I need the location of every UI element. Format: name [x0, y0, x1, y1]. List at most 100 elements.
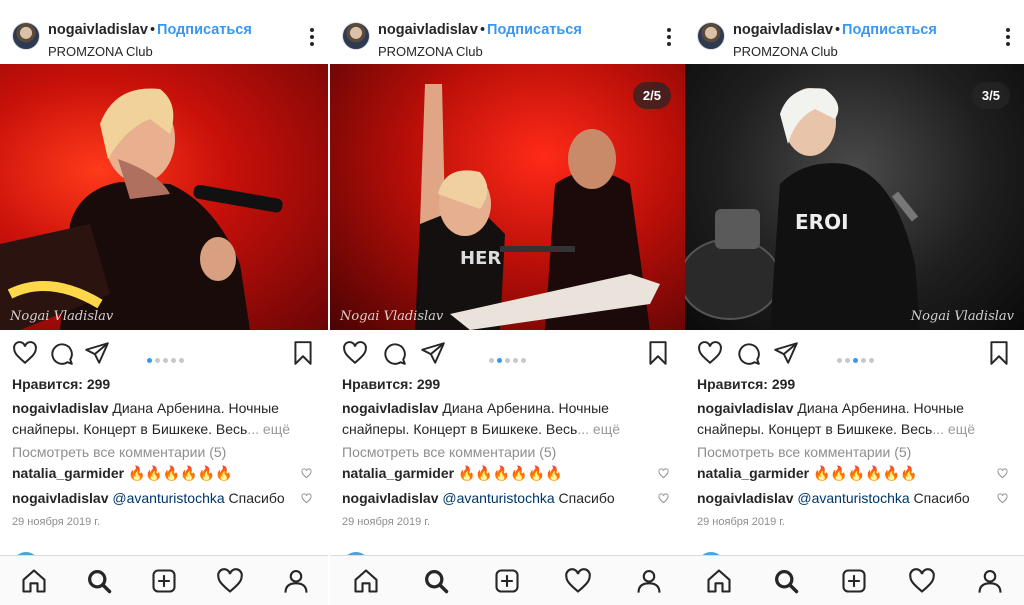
- location[interactable]: PROMZONA Club: [733, 44, 838, 59]
- add-post-icon[interactable]: [493, 567, 521, 595]
- comment-text: Спасибо: [913, 490, 970, 506]
- more-options-icon[interactable]: [1006, 28, 1010, 46]
- svg-text:HER: HER: [460, 248, 501, 269]
- save-bookmark-icon[interactable]: [986, 340, 1012, 366]
- comment-row: nogaivladislav @avanturistochka Спасибо: [342, 490, 673, 506]
- separator: •: [479, 22, 486, 38]
- home-icon[interactable]: [20, 567, 48, 595]
- caption-more-link[interactable]: ... ещё: [577, 421, 620, 437]
- post-actions: [330, 338, 685, 368]
- comment-like-icon[interactable]: [997, 468, 1008, 479]
- comment-text: 🔥🔥🔥🔥🔥🔥: [457, 465, 563, 481]
- avatar[interactable]: [342, 22, 370, 50]
- post-header-line: nogaivladislav • Подписаться: [378, 22, 582, 38]
- view-all-comments-link[interactable]: Посмотреть все комментарии (5): [12, 444, 226, 460]
- bottom-tab-bar: [330, 555, 685, 605]
- activity-heart-icon[interactable]: [216, 567, 244, 595]
- post-header: nogaivladislav • Подписаться PROMZONA Club: [0, 0, 328, 64]
- location[interactable]: PROMZONA Club: [378, 44, 483, 59]
- comment-mention[interactable]: @avanturistochka: [797, 490, 909, 506]
- caption-more-link[interactable]: ... ещё: [932, 421, 975, 437]
- post-photo[interactable]: HER 2/5 Nogai Vladislav: [330, 64, 685, 330]
- activity-heart-icon[interactable]: [564, 567, 592, 595]
- comment-text: 🔥🔥🔥🔥🔥🔥: [812, 465, 918, 481]
- caption-more-link[interactable]: ... ещё: [247, 421, 290, 437]
- carousel-dots: [487, 350, 527, 363]
- comment-like-icon[interactable]: [658, 493, 669, 504]
- caption: nogaivladislav Диана Арбенина. Ночные сн…: [12, 398, 316, 440]
- follow-button[interactable]: Подписаться: [157, 22, 252, 38]
- post-photo[interactable]: EROI 3/5 Nogai Vladislav: [685, 64, 1024, 330]
- home-icon[interactable]: [352, 567, 380, 595]
- svg-text:EROI: EROI: [795, 210, 849, 234]
- save-bookmark-icon[interactable]: [290, 340, 316, 366]
- carousel-dots: [835, 350, 875, 363]
- like-count[interactable]: Нравится: 299: [12, 376, 110, 392]
- profile-icon[interactable]: [635, 567, 663, 595]
- activity-heart-icon[interactable]: [908, 567, 936, 595]
- add-post-icon[interactable]: [150, 567, 178, 595]
- comment-icon[interactable]: [735, 340, 761, 366]
- post-actions: [0, 338, 328, 368]
- location[interactable]: PROMZONA Club: [48, 44, 153, 59]
- share-icon[interactable]: [420, 340, 446, 366]
- comment-row: natalia_garmider 🔥🔥🔥🔥🔥🔥: [12, 465, 316, 482]
- like-heart-icon[interactable]: [697, 340, 723, 366]
- concert-photo-singer: [0, 88, 283, 330]
- comment-username[interactable]: nogaivladislav: [697, 490, 793, 506]
- like-heart-icon[interactable]: [342, 340, 368, 366]
- avatar[interactable]: [697, 22, 725, 50]
- profile-icon[interactable]: [976, 567, 1004, 595]
- search-icon[interactable]: [772, 567, 800, 595]
- username[interactable]: nogaivladislav: [48, 22, 148, 38]
- comment-username[interactable]: natalia_garmider: [342, 465, 454, 481]
- comment-username[interactable]: nogaivladislav: [12, 490, 108, 506]
- comment-icon[interactable]: [381, 340, 407, 366]
- follow-button[interactable]: Подписаться: [487, 22, 582, 38]
- view-all-comments-link[interactable]: Посмотреть все комментарии (5): [697, 444, 911, 460]
- comment-like-icon[interactable]: [301, 468, 312, 479]
- post-header: nogaivladislav • Подписаться PROMZONA Club: [330, 0, 685, 64]
- carousel-dots: [145, 350, 185, 363]
- comment-like-icon[interactable]: [997, 493, 1008, 504]
- comment-mention[interactable]: @avanturistochka: [112, 490, 224, 506]
- add-post-icon[interactable]: [840, 567, 868, 595]
- comment-username[interactable]: nogaivladislav: [342, 490, 438, 506]
- more-options-icon[interactable]: [310, 28, 314, 46]
- share-icon[interactable]: [84, 340, 110, 366]
- comment-text: Спасибо: [228, 490, 285, 506]
- like-count[interactable]: Нравится: 299: [697, 376, 795, 392]
- post-3: nogaivladislav • Подписаться PROMZONA Club…: [685, 0, 1024, 605]
- username[interactable]: nogaivladislav: [733, 22, 833, 38]
- caption-username[interactable]: nogaivladislav: [342, 400, 438, 416]
- follow-button[interactable]: Подписаться: [842, 22, 937, 38]
- comment-mention[interactable]: @avanturistochka: [442, 490, 554, 506]
- comment-like-icon[interactable]: [301, 493, 312, 504]
- more-options-icon[interactable]: [667, 28, 671, 46]
- post-date: 29 ноября 2019 г.: [342, 516, 430, 528]
- bottom-tab-bar: [685, 555, 1024, 605]
- view-all-comments-link[interactable]: Посмотреть все комментарии (5): [342, 444, 556, 460]
- avatar[interactable]: [12, 22, 40, 50]
- share-icon[interactable]: [773, 340, 799, 366]
- username[interactable]: nogaivladislav: [378, 22, 478, 38]
- comment-row: natalia_garmider 🔥🔥🔥🔥🔥🔥: [342, 465, 673, 482]
- concert-photo-singer-guitarist: HER: [415, 84, 660, 330]
- like-count[interactable]: Нравится: 299: [342, 376, 440, 392]
- comment-username[interactable]: natalia_garmider: [12, 465, 124, 481]
- caption-username[interactable]: nogaivladislav: [697, 400, 793, 416]
- home-icon[interactable]: [705, 567, 733, 595]
- photo-watermark: Nogai Vladislav: [340, 309, 444, 324]
- post-photo[interactable]: Nogai Vladislav: [0, 64, 328, 330]
- profile-icon[interactable]: [282, 567, 310, 595]
- search-icon[interactable]: [422, 567, 450, 595]
- save-bookmark-icon[interactable]: [645, 340, 671, 366]
- comment-like-icon[interactable]: [658, 468, 669, 479]
- caption-username[interactable]: nogaivladislav: [12, 400, 108, 416]
- search-icon[interactable]: [85, 567, 113, 595]
- carousel-counter: 3/5: [971, 82, 1010, 109]
- comment-row: natalia_garmider 🔥🔥🔥🔥🔥🔥: [697, 465, 1012, 482]
- comment-username[interactable]: natalia_garmider: [697, 465, 809, 481]
- like-heart-icon[interactable]: [12, 340, 38, 366]
- comment-icon[interactable]: [48, 340, 74, 366]
